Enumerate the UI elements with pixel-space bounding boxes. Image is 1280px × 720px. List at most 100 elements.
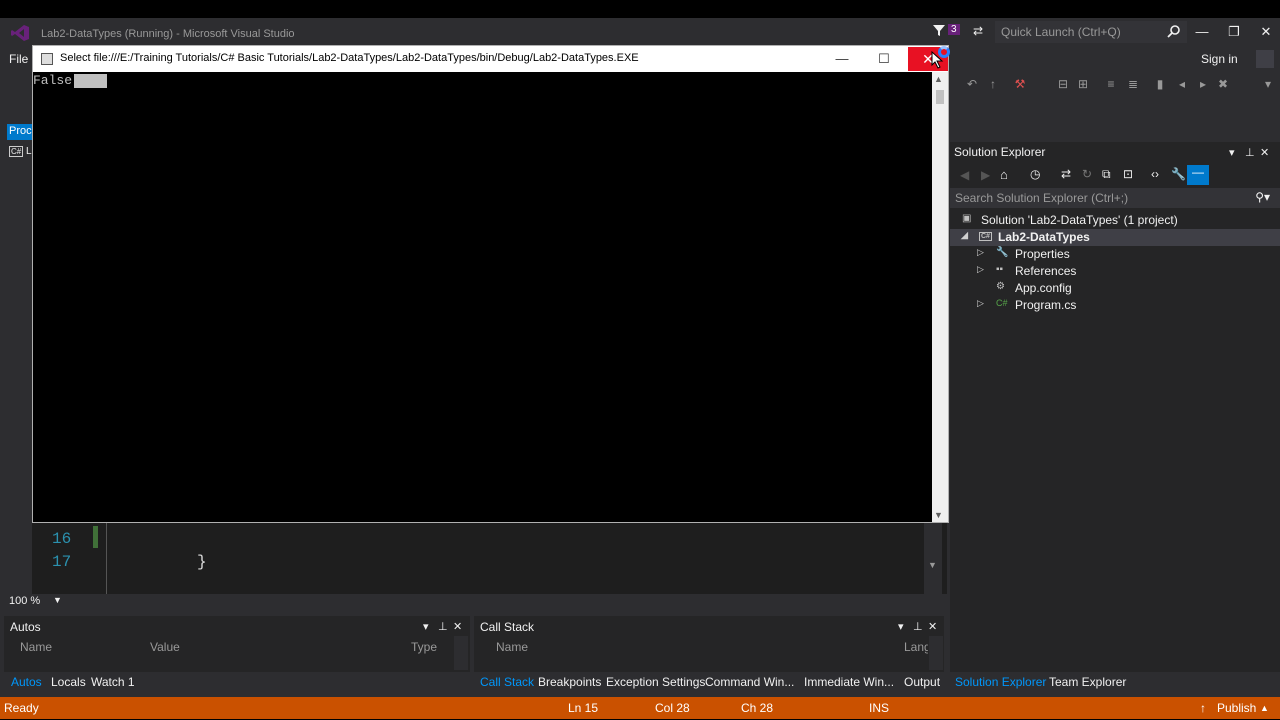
- status-line: Ln 15: [568, 701, 599, 715]
- autos-panel: Autos ▾ ⊥ ✕ Name Value Type: [4, 616, 470, 672]
- bookmark-icon[interactable]: ▮: [1153, 77, 1167, 91]
- autos-scrollbar[interactable]: [454, 636, 468, 670]
- notification-count: 3: [948, 24, 960, 35]
- format-icon[interactable]: ≡: [1104, 77, 1118, 91]
- collapse-all-icon[interactable]: ⧉: [1102, 167, 1111, 182]
- column-header-name[interactable]: Name: [20, 640, 52, 654]
- close-icon[interactable]: ✕: [453, 620, 462, 633]
- change-marker: [93, 526, 98, 548]
- forward-icon[interactable]: ▶: [981, 168, 990, 182]
- view-code-icon[interactable]: ‹›: [1151, 167, 1159, 181]
- panel-menu-icon[interactable]: ▾: [1229, 146, 1235, 159]
- home-icon[interactable]: ⌂: [1000, 167, 1008, 182]
- sync-icon[interactable]: ⇄: [1061, 167, 1071, 181]
- threads-icon[interactable]: ⊟: [1056, 77, 1070, 91]
- tab-solution-explorer[interactable]: Solution Explorer: [955, 675, 1046, 689]
- column-header-type[interactable]: Type: [411, 640, 437, 654]
- close-icon[interactable]: ✕: [1260, 146, 1269, 159]
- feedback-icon[interactable]: ⇄: [973, 24, 989, 40]
- solution-icon: ▣: [962, 213, 972, 224]
- comment-icon[interactable]: ≣: [1126, 77, 1140, 91]
- expand-arrow-icon[interactable]: ◢: [961, 230, 968, 241]
- tab-output[interactable]: Output: [904, 675, 940, 689]
- console-output-text: False: [33, 73, 73, 88]
- tree-item-solution[interactable]: ▣ Solution 'Lab2-DataTypes' (1 project): [950, 212, 1280, 229]
- tab-immediate-window[interactable]: Immediate Win...: [804, 675, 894, 689]
- editor-vertical-scrollbar[interactable]: ▼: [924, 522, 942, 594]
- toolbar-overflow-icon[interactable]: ▾: [1261, 77, 1275, 91]
- quick-launch-input[interactable]: Quick Launch (Ctrl+Q): [995, 21, 1187, 43]
- menu-file[interactable]: File: [9, 52, 28, 66]
- show-all-files-icon[interactable]: ⊡: [1123, 167, 1133, 181]
- refresh-icon[interactable]: ↻: [1082, 167, 1092, 181]
- pin-icon[interactable]: ⊥: [1245, 146, 1255, 159]
- tab-locals[interactable]: Locals: [51, 675, 86, 689]
- pin-icon[interactable]: ⊥: [913, 620, 923, 633]
- stack-frame-icon[interactable]: ⊞: [1076, 77, 1090, 91]
- exceptions-icon[interactable]: ⚒: [1013, 77, 1027, 91]
- column-header-value[interactable]: Value: [150, 640, 180, 654]
- panel-menu-icon[interactable]: ▾: [423, 620, 429, 633]
- tree-item-properties[interactable]: ▷ 🔧 Properties: [950, 246, 1280, 263]
- clear-bookmarks-icon[interactable]: ✖: [1216, 77, 1230, 91]
- publish-arrow-icon[interactable]: ↑: [1200, 701, 1206, 715]
- tree-item-references[interactable]: ▷ ▪▪ References: [950, 263, 1280, 280]
- minimize-button[interactable]: —: [1187, 22, 1217, 42]
- pin-icon[interactable]: ⊥: [438, 620, 448, 633]
- tab-call-stack[interactable]: Call Stack: [480, 675, 534, 689]
- tab-team-explorer[interactable]: Team Explorer: [1049, 675, 1126, 689]
- prev-bookmark-icon[interactable]: ◂: [1175, 77, 1189, 91]
- tab-program[interactable]: Proc: [7, 124, 32, 140]
- tab-watch-1[interactable]: Watch 1: [91, 675, 135, 689]
- publish-button[interactable]: Publish: [1217, 701, 1256, 715]
- zoom-dropdown-icon[interactable]: ▼: [53, 595, 62, 605]
- sign-in-link[interactable]: Sign in: [1201, 52, 1238, 66]
- console-title-bar[interactable]: Select file:///E:/Training Tutorials/C# …: [33, 46, 948, 72]
- scroll-down-icon[interactable]: ▼: [934, 510, 943, 520]
- account-avatar-icon[interactable]: [1256, 50, 1274, 68]
- file-tab-csharp-icon[interactable]: C# L: [9, 146, 33, 160]
- tab-autos[interactable]: Autos: [11, 675, 42, 689]
- preview-icon[interactable]: —: [1187, 165, 1209, 185]
- maximize-button[interactable]: ❐: [1219, 22, 1249, 42]
- call-stack-scrollbar[interactable]: [929, 636, 943, 670]
- collapse-arrow-icon[interactable]: ▷: [977, 298, 984, 309]
- scroll-up-icon[interactable]: ▲: [934, 74, 943, 84]
- tree-item-label: Program.cs: [1015, 298, 1077, 312]
- editor-margin-line: [106, 522, 107, 594]
- notifications-icon[interactable]: 3: [932, 23, 962, 41]
- search-icon[interactable]: ⚲▾: [1255, 190, 1270, 204]
- column-header-name[interactable]: Name: [496, 640, 528, 654]
- close-icon[interactable]: ✕: [928, 620, 937, 633]
- file-tab-label: L: [26, 146, 32, 157]
- column-header-lang[interactable]: Lang: [904, 640, 928, 654]
- undo-icon[interactable]: ↶: [965, 77, 979, 91]
- console-maximize-button[interactable]: ☐: [871, 49, 897, 69]
- autos-title: Autos: [10, 620, 41, 634]
- properties-wrench-icon[interactable]: 🔧: [1171, 167, 1186, 181]
- collapse-arrow-icon[interactable]: ▷: [977, 247, 984, 258]
- code-editor[interactable]: 16 17 } ▼: [32, 522, 947, 594]
- scroll-thumb[interactable]: [936, 90, 944, 104]
- collapse-arrow-icon[interactable]: ▷: [977, 264, 984, 275]
- back-icon[interactable]: ◀: [960, 168, 969, 182]
- tree-item-app-config[interactable]: ⚙ App.config: [950, 280, 1280, 297]
- console-scrollbar[interactable]: ▲ ▼: [932, 72, 948, 522]
- tab-exception-settings[interactable]: Exception Settings: [606, 675, 705, 689]
- wrench-icon: 🔧: [996, 247, 1009, 258]
- tree-item-project[interactable]: ◢ C# Lab2-DataTypes: [950, 229, 1280, 246]
- tab-breakpoints[interactable]: Breakpoints: [538, 675, 601, 689]
- tree-item-program-cs[interactable]: ▷ C# Program.cs: [950, 297, 1280, 314]
- step-up-icon[interactable]: ↑: [986, 77, 1000, 91]
- console-output: False: [33, 73, 108, 88]
- search-icon[interactable]: [1167, 24, 1181, 38]
- pending-changes-icon[interactable]: ◷: [1030, 167, 1040, 181]
- publish-dropdown-icon[interactable]: ▲: [1260, 703, 1269, 713]
- zoom-level[interactable]: 100 %: [9, 595, 40, 607]
- console-minimize-button[interactable]: —: [829, 49, 855, 69]
- panel-menu-icon[interactable]: ▾: [898, 620, 904, 633]
- next-bookmark-icon[interactable]: ▸: [1196, 77, 1210, 91]
- close-button[interactable]: ✕: [1251, 22, 1280, 42]
- solution-explorer-search-input[interactable]: Search Solution Explorer (Ctrl+;) ⚲▾: [950, 188, 1280, 208]
- tab-command-window[interactable]: Command Win...: [705, 675, 794, 689]
